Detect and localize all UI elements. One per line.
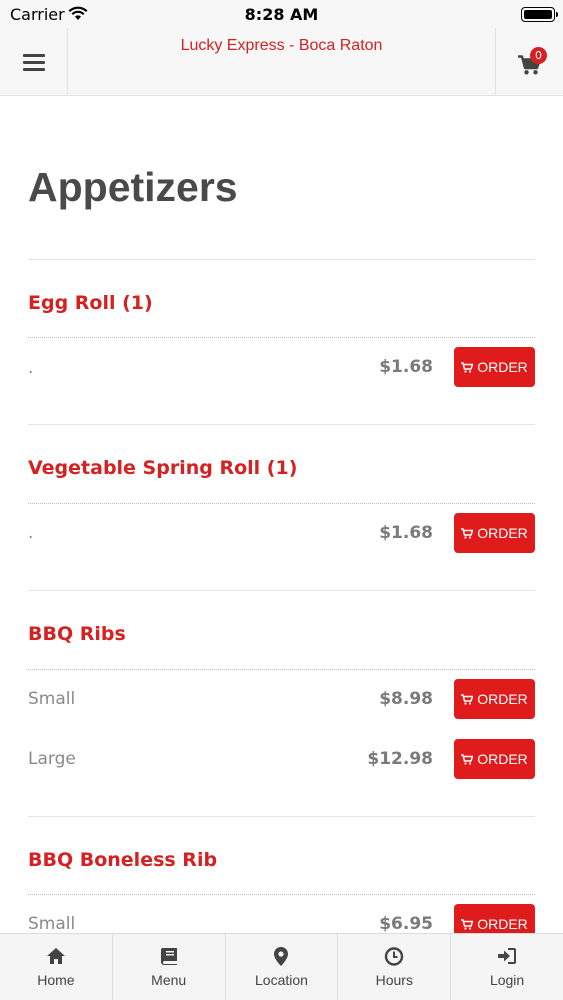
dotted-divider xyxy=(28,503,535,504)
order-button-label: ORDER xyxy=(477,916,528,932)
nav-home[interactable]: Home xyxy=(0,934,113,1000)
status-bar: Carrier 8:28 AM xyxy=(0,0,563,28)
map-pin-icon xyxy=(274,947,289,966)
order-button[interactable]: ORDER xyxy=(454,904,535,933)
cart-icon xyxy=(461,361,474,373)
option-price: $1.68 xyxy=(379,523,433,543)
cart-icon xyxy=(461,918,474,930)
hamburger-icon xyxy=(22,50,45,75)
divider xyxy=(28,424,535,425)
book-icon xyxy=(160,948,177,965)
option-label: . xyxy=(28,358,34,378)
menu-item-name: Egg Roll (1) xyxy=(28,292,153,314)
nav-label: Menu xyxy=(151,972,187,988)
page-title: Appetizers xyxy=(28,164,238,210)
order-button-label: ORDER xyxy=(477,691,528,707)
menu-item-name: BBQ Ribs xyxy=(28,623,126,645)
home-icon xyxy=(46,948,65,964)
restaurant-title: Lucky Express - Boca Raton xyxy=(180,37,383,54)
nav-login[interactable]: Login xyxy=(451,934,563,1000)
divider xyxy=(28,259,535,260)
option-label: Small xyxy=(28,689,76,709)
clock-icon xyxy=(385,947,404,966)
cart-icon xyxy=(461,753,474,765)
sign-in-icon xyxy=(498,948,517,964)
clock-time: 8:28 AM xyxy=(244,5,319,24)
order-button[interactable]: ORDER xyxy=(454,513,535,553)
option-price: $6.95 xyxy=(379,914,433,933)
order-button[interactable]: ORDER xyxy=(454,679,535,719)
order-button[interactable]: ORDER xyxy=(454,347,535,387)
order-button-label: ORDER xyxy=(477,751,528,767)
menu-item-name: Vegetable Spring Roll (1) xyxy=(28,457,298,479)
divider xyxy=(28,816,535,817)
dotted-divider xyxy=(28,894,535,895)
nav-label: Login xyxy=(489,972,525,988)
order-button-label: ORDER xyxy=(477,525,528,541)
order-button[interactable]: ORDER xyxy=(454,739,535,779)
option-label: Small xyxy=(28,914,76,933)
nav-label: Location xyxy=(255,972,308,988)
hamburger-menu-button[interactable] xyxy=(0,28,68,96)
menu-item-name: BBQ Boneless Rib xyxy=(28,849,218,871)
nav-location[interactable]: Location xyxy=(226,934,339,1000)
menu-content[interactable]: Appetizers Egg Roll (1) . $1.68 ORDER Ve… xyxy=(0,97,563,933)
battery-icon xyxy=(521,7,558,22)
divider xyxy=(28,590,535,591)
cart-count-badge: 0 xyxy=(530,47,547,64)
cart-icon xyxy=(461,693,474,705)
nav-label: Home xyxy=(37,972,75,988)
nav-hours[interactable]: Hours xyxy=(338,934,452,1000)
order-button-label: ORDER xyxy=(477,359,528,375)
nav-menu[interactable]: Menu xyxy=(113,934,226,1000)
option-label: . xyxy=(28,523,34,543)
option-price: $1.68 xyxy=(379,357,433,377)
dotted-divider xyxy=(28,669,535,670)
option-price: $8.98 xyxy=(379,689,433,709)
dotted-divider xyxy=(28,337,535,338)
cart-icon xyxy=(461,527,474,539)
cart-button[interactable]: 0 xyxy=(495,28,563,96)
bottom-nav: Home Menu Location Hours Login xyxy=(0,933,563,1000)
nav-label: Hours xyxy=(375,972,413,988)
app-header: Lucky Express - Boca Raton 0 xyxy=(0,28,563,96)
option-label: Large xyxy=(28,749,76,769)
option-price: $12.98 xyxy=(367,749,433,769)
